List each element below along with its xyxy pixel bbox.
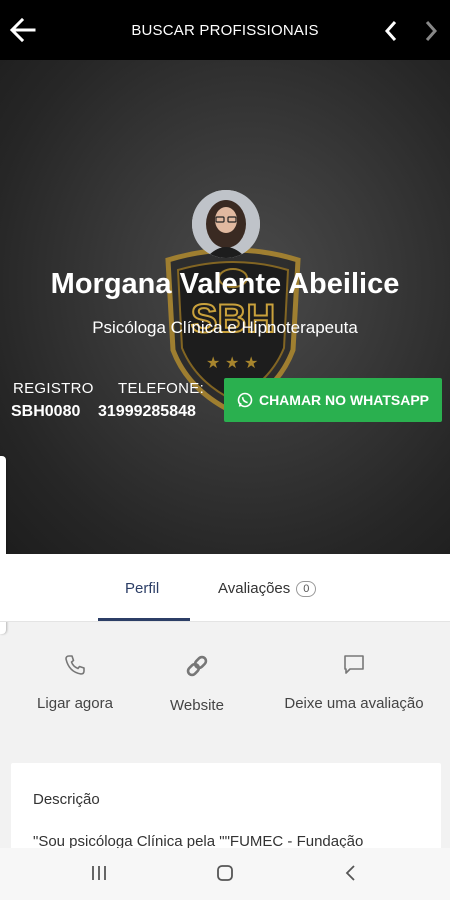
chevron-left-icon[interactable] <box>382 18 400 44</box>
leave-review-button[interactable]: Deixe uma avaliação <box>276 653 432 712</box>
whatsapp-icon <box>237 392 253 408</box>
reviews-count-badge: 0 <box>296 581 317 598</box>
phone-icon <box>65 655 85 675</box>
professional-title: Psicóloga Clínica e Hipnoterapeuta <box>92 318 358 337</box>
profile-tabs: Perfil Avaliações 0 <box>0 554 450 622</box>
top-app-bar: BUSCAR PROFISSIONAIS <box>0 0 450 60</box>
tab-avaliacoes-label: Avaliações <box>218 580 291 597</box>
chevron-right-icon[interactable] <box>422 18 440 44</box>
telefone-label: TELEFONE: <box>118 380 205 397</box>
svg-text:★: ★ <box>206 353 220 372</box>
leave-review-label: Deixe uma avaliação <box>284 695 424 712</box>
chat-icon <box>344 655 364 674</box>
home-icon[interactable] <box>216 864 234 882</box>
link-icon <box>186 655 208 677</box>
whatsapp-button[interactable]: CHAMAR NO WHATSAPP <box>224 378 442 422</box>
call-now-label: Ligar agora <box>37 695 113 712</box>
avatar <box>192 190 260 258</box>
svg-text:★: ★ <box>244 353 258 372</box>
registro-value: SBH0080 <box>11 403 81 420</box>
telefone-value: 31999285848 <box>98 403 196 420</box>
active-tab-indicator <box>98 618 190 621</box>
website-label: Website <box>170 697 224 714</box>
contact-actions: Ligar agora Website Deixe uma avaliação <box>0 623 450 763</box>
system-back-icon[interactable] <box>343 864 359 882</box>
description-title: Descrição <box>33 791 100 808</box>
recent-apps-icon[interactable] <box>90 864 108 882</box>
whatsapp-button-label: CHAMAR NO WHATSAPP <box>258 392 430 408</box>
tab-avaliacoes[interactable]: Avaliações 0 <box>218 580 317 598</box>
tab-perfil[interactable]: Perfil <box>125 580 159 597</box>
registro-label: REGISTRO <box>13 380 94 397</box>
call-now-button[interactable]: Ligar agora <box>33 653 117 712</box>
svg-text:★: ★ <box>225 353 239 372</box>
description-card: Descrição "Sou psicóloga Clínica pela ""… <box>11 763 441 853</box>
website-button[interactable]: Website <box>160 653 234 714</box>
system-navigation-bar <box>0 848 450 900</box>
professional-name: Morgana Valente Abeilice <box>50 268 400 300</box>
profile-header: SBH ★ ★ ★ Morgana Valente Abeilice Psicó… <box>0 60 450 554</box>
